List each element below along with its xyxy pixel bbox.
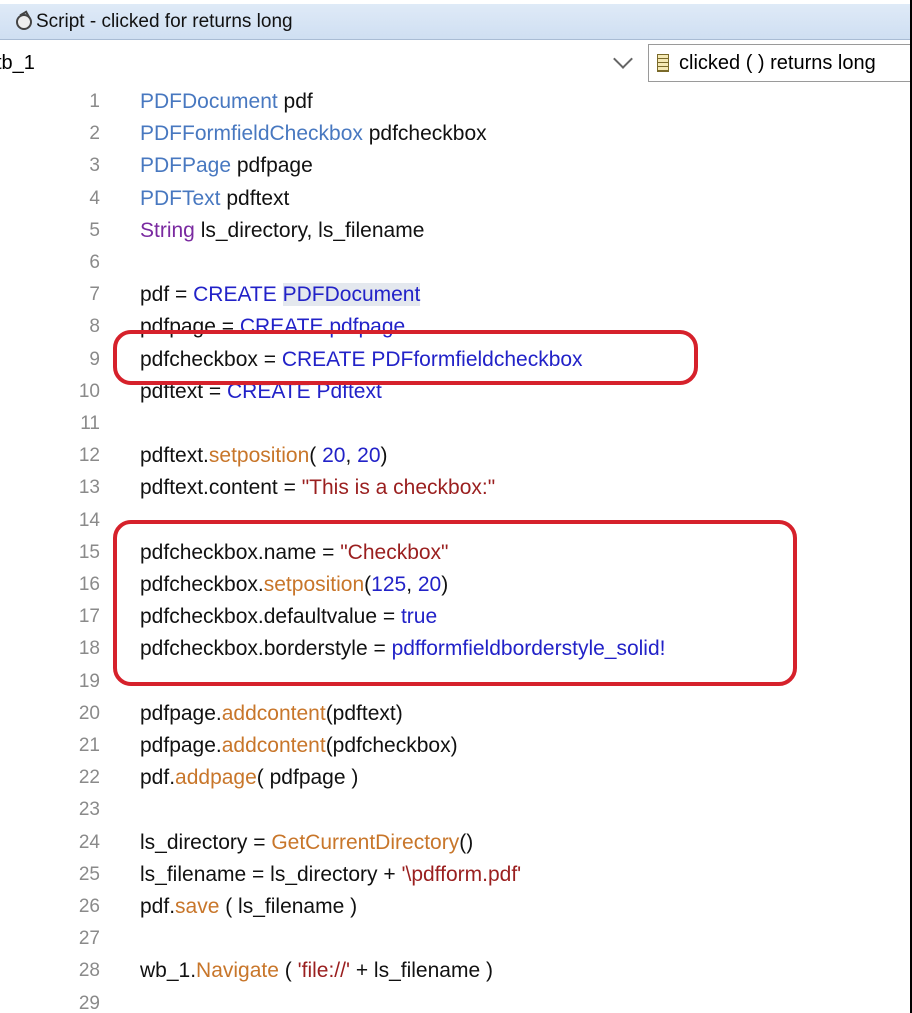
line-number: 20 [78, 702, 100, 724]
line-number: 18 [78, 638, 100, 660]
line-number: 19 [78, 670, 100, 692]
event-dropdown-value: clicked ( ) returns long [679, 51, 876, 74]
line-number: 17 [78, 606, 100, 628]
event-script-icon [657, 54, 669, 72]
code-text: pdfpage.addcontent(pdfcheckbox) [140, 734, 458, 757]
code-line[interactable]: 23 [0, 794, 910, 826]
code-line[interactable]: 21 pdfpage.addcontent(pdfcheckbox) [0, 730, 910, 762]
window-title: Script - clicked for returns long [36, 10, 293, 32]
code-line[interactable]: 2 PDFFormfieldCheckbox pdfcheckbox [0, 118, 910, 150]
code-line[interactable]: 5 String ls_directory, ls_filename [0, 215, 910, 247]
title-bar: Script - clicked for returns long [0, 4, 910, 40]
code-line[interactable]: 14 [0, 505, 910, 537]
code-text: String ls_directory, ls_filename [140, 218, 425, 242]
code-line[interactable]: 25 ls_filename = ls_directory + '\pdfform… [0, 859, 910, 891]
line-number: 15 [78, 541, 100, 563]
code-line[interactable]: 22 pdf.addpage( pdfpage ) [0, 762, 910, 794]
code-line[interactable]: 10 pdftext = CREATE Pdftext [0, 376, 910, 408]
script-toolbar: tb_1 clicked ( ) returns long [0, 40, 910, 87]
code-text: pdfcheckbox.setposition(125, 20) [140, 573, 449, 596]
code-line[interactable]: 1 PDFDocument pdf [0, 86, 910, 118]
code-text: pdfcheckbox.borderstyle = pdfformfieldbo… [140, 637, 666, 661]
code-text: pdf.addpage( pdfpage ) [140, 766, 359, 790]
code-line[interactable]: 13 pdftext.content = "This is a checkbox:… [0, 472, 910, 504]
code-line[interactable]: 16 pdfcheckbox.setposition(125, 20) [0, 569, 910, 601]
line-number: 10 [78, 380, 100, 402]
line-number: 5 [89, 219, 100, 241]
code-line[interactable]: 27 [0, 923, 910, 955]
code-text: pdfpage = CREATE pdfpage [140, 315, 406, 339]
code-text: pdftext = CREATE Pdftext [140, 379, 382, 403]
code-line[interactable]: 12 pdftext.setposition( 20, 20) [0, 440, 910, 472]
code-line[interactable]: 24 ls_directory = GetCurrentDirectory() [0, 827, 910, 859]
line-number: 29 [78, 992, 100, 1013]
code-text: PDFFormfieldCheckbox pdfcheckbox [140, 122, 487, 146]
line-number: 26 [78, 896, 100, 917]
code-text: pdftext.setposition( 20, 20) [140, 444, 388, 468]
code-line[interactable]: 7 pdf = CREATE PDFDocument [0, 279, 910, 311]
object-dropdown-value: tb_1 [0, 51, 35, 74]
line-number: 14 [78, 509, 100, 531]
code-text: PDFPage pdfpage [140, 154, 313, 178]
line-number: 12 [78, 445, 100, 467]
code-line[interactable]: 6 [0, 247, 910, 279]
code-text: PDFText pdftext [140, 186, 290, 210]
code-text: pdftext.content = "This is a checkbox:" [140, 476, 496, 500]
code-editor[interactable]: 1 PDFDocument pdf 2 PDFFormfieldCheckbox pd… [0, 86, 910, 1013]
event-dropdown[interactable]: clicked ( ) returns long [648, 44, 910, 82]
line-number: 1 [89, 91, 100, 112]
script-icon [16, 13, 32, 30]
code-text: pdfpage.addcontent(pdftext) [140, 701, 403, 725]
line-number: 27 [78, 928, 100, 950]
line-number: 21 [78, 735, 100, 756]
code-text: ls_directory = GetCurrentDirectory() [140, 830, 474, 854]
code-text: pdfcheckbox = CREATE PDFformfieldcheckbo… [140, 347, 583, 371]
code-line[interactable]: 26 pdf.save ( ls_filename ) [0, 891, 910, 923]
line-number: 28 [78, 960, 100, 982]
code-line[interactable]: 15 pdfcheckbox.name = "Checkbox" [0, 537, 910, 569]
code-line[interactable]: 4 PDFText pdftext [0, 183, 910, 215]
code-line[interactable]: 20 pdfpage.addcontent(pdftext) [0, 698, 910, 730]
code-text: pdf = CREATE PDFDocument [140, 283, 421, 307]
script-window: Script - clicked for returns long tb_1 c… [0, 0, 910, 1013]
line-number: 22 [78, 767, 100, 789]
code-line[interactable]: 11 [0, 408, 910, 440]
line-number: 13 [78, 477, 100, 499]
line-number: 2 [89, 123, 100, 145]
code-text: pdfcheckbox.name = "Checkbox" [140, 540, 449, 564]
code-text: pdf.save ( ls_filename ) [140, 895, 358, 918]
code-text: pdfcheckbox.defaultvalue = true [140, 605, 438, 629]
code-line[interactable]: 8 pdfpage = CREATE pdfpage [0, 311, 910, 343]
line-number: 7 [89, 284, 100, 306]
code-line[interactable]: 9 pdfcheckbox = CREATE PDFformfieldcheckb… [0, 344, 910, 376]
line-number: 24 [78, 831, 100, 853]
code-line[interactable]: 17 pdfcheckbox.defaultvalue = true [0, 601, 910, 633]
chevron-down-icon[interactable] [613, 49, 633, 69]
line-number: 6 [89, 252, 100, 273]
code-text: wb_1.Navigate ( 'file://' + ls_filename … [140, 959, 493, 983]
code-line[interactable]: 18 pdfcheckbox.borderstyle = pdfformfield… [0, 633, 910, 665]
code-line[interactable]: 29 [0, 988, 910, 1013]
line-number: 4 [89, 187, 100, 209]
code-line[interactable]: 3 PDFPage pdfpage [0, 150, 910, 182]
object-dropdown[interactable]: tb_1 [0, 44, 638, 82]
code-text: ls_filename = ls_directory + '\pdfform.p… [140, 862, 522, 886]
code-text: PDFDocument pdf [140, 90, 313, 113]
code-line[interactable]: 28 wb_1.Navigate ( 'file://' + ls_filenam… [0, 955, 910, 987]
line-number: 16 [78, 574, 100, 595]
line-number: 11 [80, 413, 100, 434]
line-number: 9 [89, 348, 100, 370]
line-number: 25 [78, 863, 100, 885]
line-number: 23 [78, 799, 100, 821]
code-line[interactable]: 19 [0, 666, 910, 698]
line-number: 3 [89, 155, 100, 177]
line-number: 8 [89, 316, 100, 338]
